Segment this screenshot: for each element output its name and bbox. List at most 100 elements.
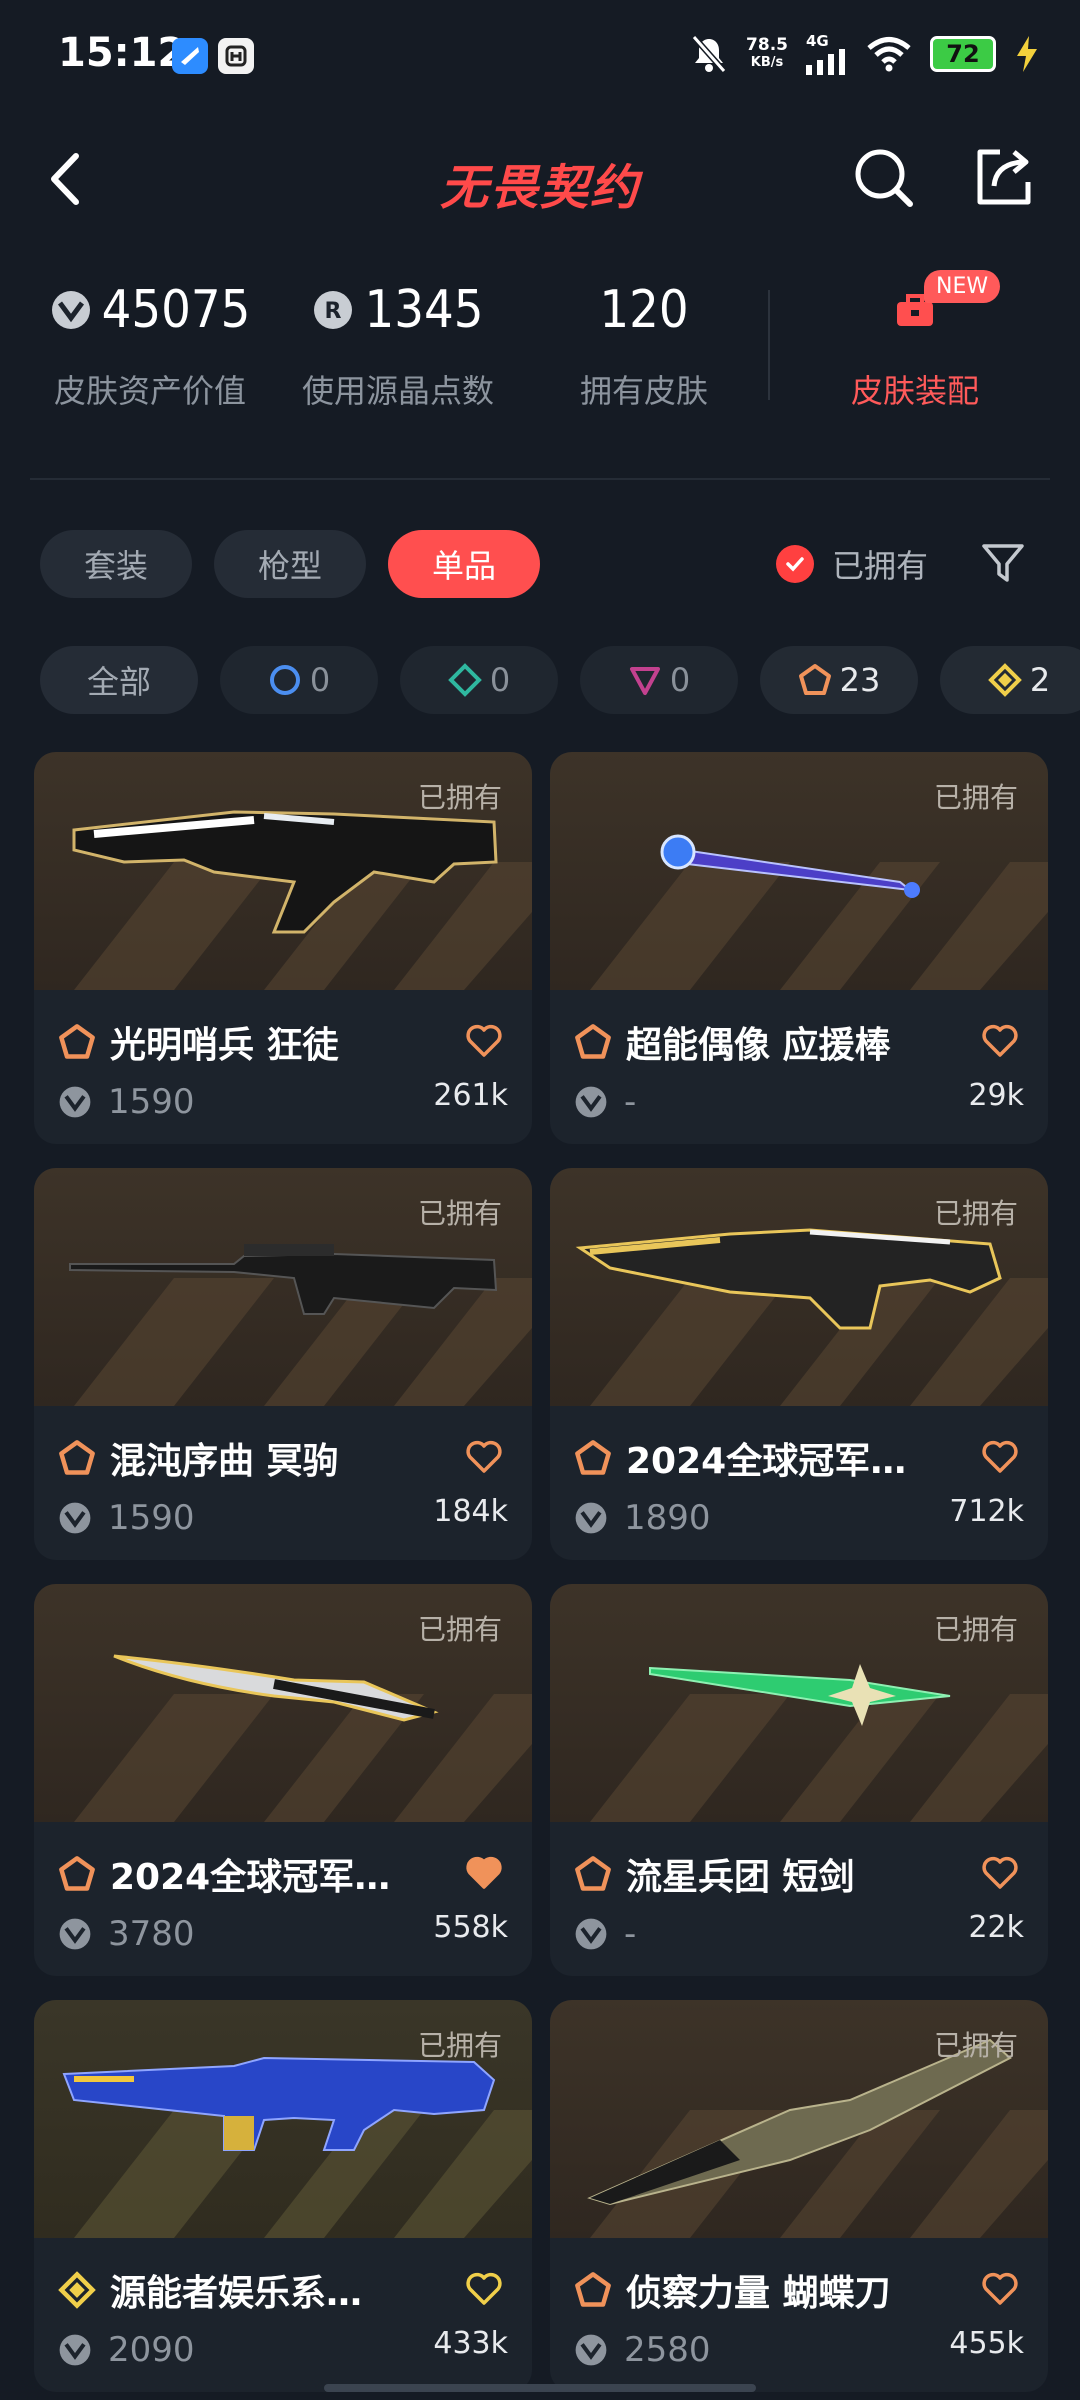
skins-owned-label: 拥有皮肤: [579, 372, 708, 410]
like-count: 184k: [433, 1494, 508, 1529]
exclusive-tier-icon: [798, 664, 831, 695]
owned-tag: 已拥有: [933, 781, 1018, 814]
skin-card[interactable]: 已拥有 混沌序曲 冥驹 1590 184k: [34, 1168, 532, 1560]
tab-single-items[interactable]: 单品: [388, 530, 541, 598]
vp-currency-icon: [59, 1086, 91, 1118]
tab-bundles[interactable]: 套装: [40, 530, 193, 598]
skin-image: 已拥有: [550, 1584, 1048, 1822]
section-divider: [30, 478, 1050, 480]
heart-outline-icon[interactable]: [464, 2268, 504, 2308]
vp-currency-icon: [575, 1502, 607, 1534]
vp-currency-icon: [59, 1918, 91, 1950]
skins-owned-stat: 120 拥有皮肤: [514, 270, 774, 412]
owned-tag: 已拥有: [417, 1613, 502, 1646]
skin-image: 已拥有: [550, 2000, 1048, 2238]
skin-image: 已拥有: [34, 1584, 532, 1822]
like-count: 558k: [433, 1910, 508, 1945]
skin-image: 已拥有: [34, 1168, 532, 1406]
skin-price: 2090: [108, 2330, 195, 2370]
premium-tier-icon: [629, 667, 660, 695]
skin-card[interactable]: 已拥有 2024全球冠军… 3780 558k: [34, 1584, 532, 1976]
svg-text:R: R: [325, 299, 342, 324]
heart-outline-icon[interactable]: [464, 1436, 504, 1476]
skin-price: -: [624, 1914, 637, 1954]
wifi-icon: [867, 37, 911, 72]
owned-tag: 已拥有: [417, 781, 502, 814]
status-bar: 15:12 78.5 KB/s 4G 72: [0, 0, 1080, 110]
like-count: 261k: [433, 1078, 508, 1113]
top-app-bar: 无畏契约: [0, 130, 1080, 230]
skin-name: 2024全球冠军…: [110, 1857, 391, 1898]
ultra-tier-icon: [987, 663, 1022, 697]
heart-outline-icon[interactable]: [980, 1436, 1020, 1476]
signal-bars-icon: [806, 49, 845, 75]
asset-value-label: 皮肤资产价值: [53, 372, 246, 410]
skin-card[interactable]: 已拥有 2024全球冠军… 1890 712k: [550, 1168, 1048, 1560]
heart-outline-icon[interactable]: [464, 1020, 504, 1060]
owned-tag: 已拥有: [933, 2029, 1018, 2062]
skin-image: 已拥有: [550, 1168, 1048, 1406]
new-badge: NEW: [924, 270, 1001, 303]
heart-outline-icon[interactable]: [980, 2268, 1020, 2308]
app-logo-title: 无畏契约: [439, 160, 640, 216]
heart-filled-icon[interactable]: [464, 1852, 504, 1892]
status-time: 15:12: [58, 30, 186, 76]
like-count: 455k: [949, 2326, 1024, 2361]
exclusive-tier-icon: [575, 2272, 611, 2307]
skin-price: 2580: [624, 2330, 711, 2370]
vp-currency-icon: [51, 291, 90, 329]
skin-name: 超能偶像 应援棒: [626, 1025, 891, 1066]
radianite-currency-icon: R: [314, 291, 353, 329]
radianite-number: 1345: [364, 280, 484, 340]
vp-currency-icon: [575, 1086, 607, 1118]
battery-indicator: 72: [930, 36, 996, 72]
owned-tag: 已拥有: [933, 1197, 1018, 1230]
skin-name: 2024全球冠军…: [626, 1441, 907, 1482]
skin-card[interactable]: 已拥有 源能者娱乐系… 2090 433k: [34, 2000, 532, 2392]
asset-value-number: 45075: [101, 280, 251, 340]
chip-all[interactable]: 全部: [40, 646, 198, 714]
skin-image: 已拥有: [34, 2000, 532, 2238]
owned-tag: 已拥有: [417, 1197, 502, 1230]
vp-currency-icon: [575, 2334, 607, 2366]
owned-only-toggle[interactable]: 已拥有: [776, 534, 928, 594]
skin-name: 侦察力量 蝴蝶刀: [626, 2273, 891, 2314]
exclusive-tier-icon: [575, 1440, 611, 1475]
filter-icon[interactable]: [980, 540, 1026, 586]
select-tier-icon: [269, 665, 300, 695]
checkmark-icon: [776, 545, 814, 583]
share-icon[interactable]: [972, 146, 1034, 208]
vp-currency-icon: [575, 1918, 607, 1950]
skin-card[interactable]: 已拥有 光明哨兵 狂徒 1590 261k: [34, 752, 532, 1144]
owned-tag: 已拥有: [933, 1613, 1018, 1646]
skin-price: 1590: [108, 1082, 195, 1122]
chip-select-tier[interactable]: 0: [220, 646, 378, 714]
skin-price: 1590: [108, 1498, 195, 1538]
skin-price: 1890: [624, 1498, 711, 1538]
category-tabs: 套装 枪型 单品: [40, 530, 541, 598]
exclusive-tier-icon: [575, 1024, 611, 1059]
chip-deluxe-tier[interactable]: 0: [400, 646, 558, 714]
home-indicator[interactable]: [324, 2384, 756, 2392]
skin-loadout-button[interactable]: NEW 皮肤装配: [800, 270, 1030, 412]
network-speed: 78.5 KB/s: [746, 35, 788, 70]
vp-currency-icon: [59, 1502, 91, 1534]
chip-exclusive-tier[interactable]: 23: [760, 646, 918, 714]
like-count: 712k: [949, 1494, 1024, 1529]
skin-name: 光明哨兵 狂徒: [110, 1025, 339, 1066]
stats-summary: 45075 皮肤资产价值 R 1345 使用源晶点数 120 拥有皮肤 NEW …: [0, 270, 1080, 430]
heart-outline-icon[interactable]: [980, 1020, 1020, 1060]
app-notification-icon: [218, 38, 254, 74]
tab-weapon-type[interactable]: 枪型: [214, 530, 367, 598]
exclusive-tier-icon: [59, 1440, 95, 1475]
chip-ultra-tier[interactable]: 2: [940, 646, 1080, 714]
skin-card[interactable]: 已拥有 超能偶像 应援棒 - 29k: [550, 752, 1048, 1144]
chip-premium-tier[interactable]: 0: [580, 646, 738, 714]
skin-card[interactable]: 已拥有 流星兵团 短剑 - 22k: [550, 1584, 1048, 1976]
vp-currency-icon: [59, 2334, 91, 2366]
search-icon[interactable]: [852, 146, 916, 210]
heart-outline-icon[interactable]: [980, 1852, 1020, 1892]
exclusive-tier-icon: [59, 1856, 95, 1891]
skin-card[interactable]: 已拥有 侦察力量 蝴蝶刀 2580 455k: [550, 2000, 1048, 2392]
skin-name: 源能者娱乐系…: [110, 2273, 363, 2314]
